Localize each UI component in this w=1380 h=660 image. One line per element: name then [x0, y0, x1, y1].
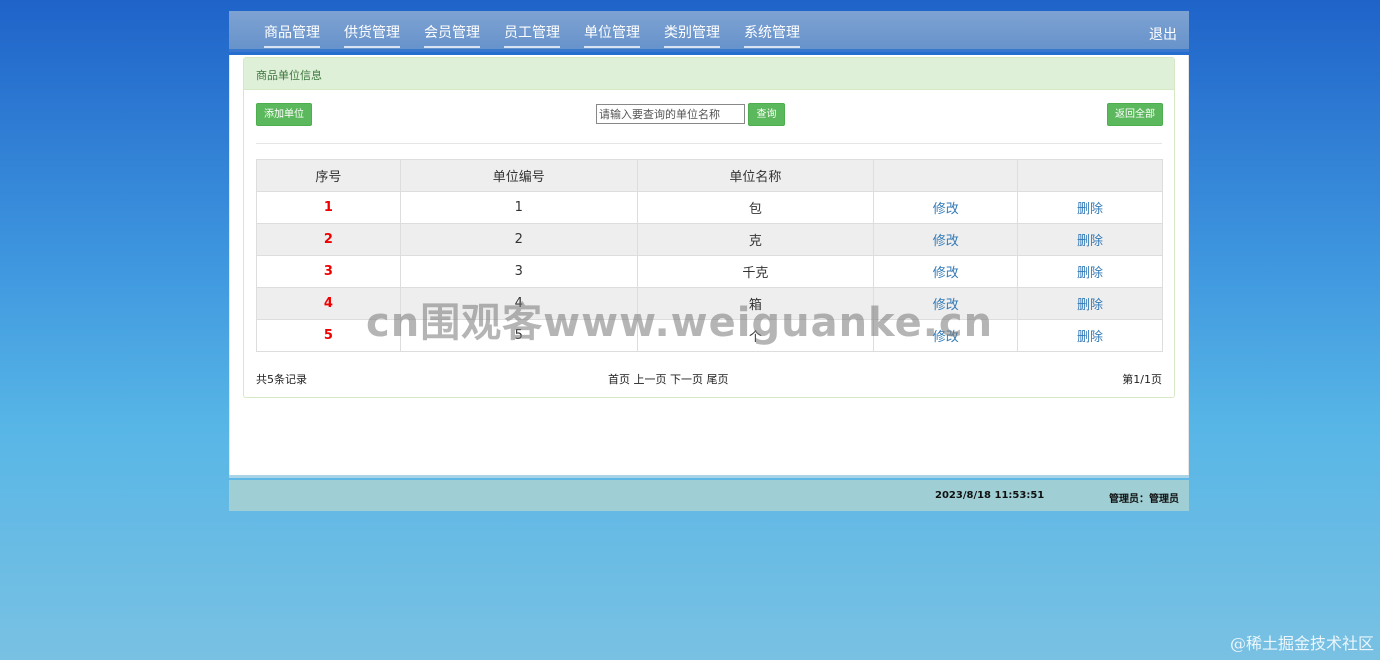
pagination: 首页 上一页 下一页 尾页 [608, 371, 729, 387]
row-unit-name: 克 [636, 223, 875, 256]
main-content: 商品单位信息 添加单位 查询 返回全部 序号 单位编号 单位名称 [229, 55, 1189, 475]
table-row: 1 1 包 修改 删除 [256, 191, 1163, 224]
show-all-button[interactable]: 返回全部 [1107, 103, 1163, 126]
record-count: 共5条记录 [256, 373, 307, 386]
nav-item-staff[interactable]: 员工管理 [504, 11, 560, 49]
divider [256, 143, 1162, 144]
row-unit-id: 1 [399, 191, 638, 224]
status-bar: 2023/8/18 11:53:51 管理员：管理员 [229, 480, 1189, 511]
header-delete [1017, 159, 1163, 192]
row-delete-cell: 删除 [1017, 319, 1163, 352]
row-edit-cell: 修改 [873, 191, 1019, 224]
row-delete-cell: 删除 [1017, 255, 1163, 288]
app-frame: 商品管理 供货管理 会员管理 员工管理 单位管理 类别管理 系统管理 退出 商品… [229, 11, 1189, 511]
search-button[interactable]: 查询 [748, 103, 785, 126]
row-unit-id: 2 [399, 223, 638, 256]
edit-link[interactable]: 修改 [933, 234, 959, 249]
top-nav: 商品管理 供货管理 会员管理 员工管理 单位管理 类别管理 系统管理 退出 [229, 11, 1189, 52]
panel-title: 商品单位信息 [244, 58, 1174, 90]
datetime-text: 2023/8/18 11:53:51 [935, 490, 1045, 501]
table-row: 2 2 克 修改 删除 [256, 223, 1163, 256]
table-row: 3 3 千克 修改 删除 [256, 255, 1163, 288]
delete-link[interactable]: 删除 [1077, 330, 1103, 345]
row-index: 2 [256, 223, 401, 256]
page-prev-link[interactable]: 上一页 [634, 373, 667, 386]
delete-link[interactable]: 删除 [1077, 202, 1103, 217]
add-unit-button[interactable]: 添加单位 [256, 103, 312, 126]
watermark-text: cn围观客www.weiguanke.cn [366, 300, 994, 346]
nav-menu: 商品管理 供货管理 会员管理 员工管理 单位管理 类别管理 系统管理 [264, 11, 824, 49]
row-delete-cell: 删除 [1017, 287, 1163, 320]
delete-link[interactable]: 删除 [1077, 298, 1103, 313]
nav-item-supply[interactable]: 供货管理 [344, 11, 400, 49]
logout-link[interactable]: 退出 [1149, 24, 1177, 44]
page-next-link[interactable]: 下一页 [670, 373, 703, 386]
content-bottom-border [229, 475, 1189, 478]
nav-item-product[interactable]: 商品管理 [264, 11, 320, 49]
row-index: 3 [256, 255, 401, 288]
nav-item-unit[interactable]: 单位管理 [584, 11, 640, 49]
edit-link[interactable]: 修改 [933, 202, 959, 217]
search-input[interactable] [596, 104, 745, 124]
row-unit-name: 千克 [636, 255, 875, 288]
header-edit [873, 159, 1019, 192]
nav-item-system[interactable]: 系统管理 [744, 11, 800, 49]
nav-item-member[interactable]: 会员管理 [424, 11, 480, 49]
row-edit-cell: 修改 [873, 223, 1019, 256]
page-last-link[interactable]: 尾页 [707, 373, 729, 386]
row-delete-cell: 删除 [1017, 223, 1163, 256]
header-unit-id: 单位编号 [399, 159, 638, 192]
delete-link[interactable]: 删除 [1077, 266, 1103, 281]
nav-item-category[interactable]: 类别管理 [664, 11, 720, 49]
header-index: 序号 [256, 159, 401, 192]
row-index: 1 [256, 191, 401, 224]
current-user-text: 管理员：管理员 [1109, 494, 1179, 505]
row-edit-cell: 修改 [873, 255, 1019, 288]
table-header-row: 序号 单位编号 单位名称 [256, 159, 1163, 192]
page-first-link[interactable]: 首页 [608, 373, 630, 386]
row-delete-cell: 删除 [1017, 191, 1163, 224]
delete-link[interactable]: 删除 [1077, 234, 1103, 249]
row-unit-name: 包 [636, 191, 875, 224]
header-unit-name: 单位名称 [636, 159, 875, 192]
row-unit-id: 3 [399, 255, 638, 288]
edit-link[interactable]: 修改 [933, 266, 959, 281]
corner-watermark: @稀土掘金技术社区 [1229, 634, 1374, 653]
page-info: 第1/1页 [1122, 373, 1162, 386]
